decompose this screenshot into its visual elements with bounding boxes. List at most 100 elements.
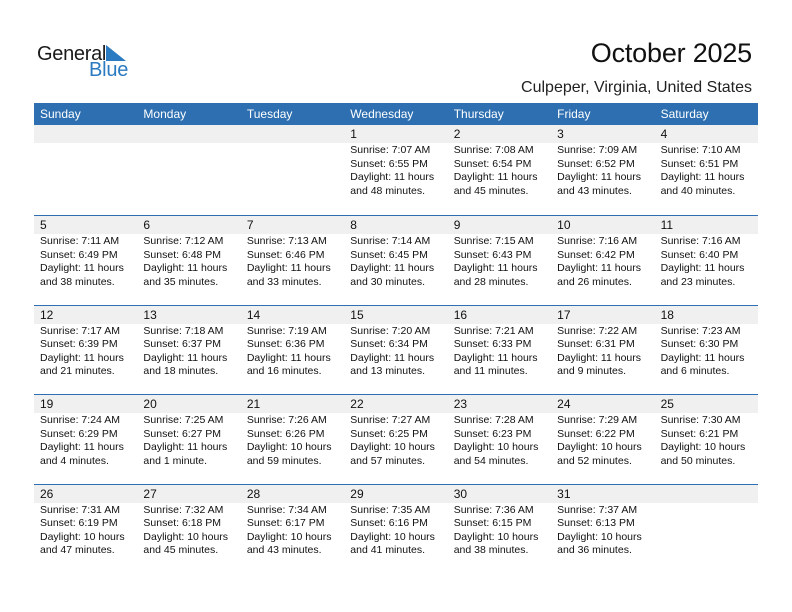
day-cell: 10 Sunrise: 7:16 AM Sunset: 6:42 PM Dayligh… bbox=[551, 216, 655, 305]
weekday-friday: Friday bbox=[557, 107, 591, 121]
sunset-text: Sunset: 6:27 PM bbox=[143, 427, 222, 440]
daylight-minutes-text: and 18 minutes. bbox=[143, 365, 219, 377]
daylight-minutes-text: and 35 minutes. bbox=[143, 275, 219, 288]
sunrise-text: Sunrise: 7:26 AM bbox=[246, 414, 327, 426]
sunrise-text: Sunrise: 7:16 AM bbox=[557, 235, 638, 247]
day-cell: 22 Sunrise: 7:27 AM Sunset: 6:25 PM Dayligh… bbox=[344, 395, 448, 484]
day-number: 31 bbox=[551, 484, 655, 503]
daylight-minutes-text: and 52 minutes. bbox=[557, 454, 632, 467]
weekday-header: Sunday Monday Tuesday Wednesday Thursday Frid… bbox=[34, 103, 758, 125]
day-info: Sunrise: 7:15 AM Sunset: 6:43 PM Daylight:… bbox=[448, 234, 551, 289]
daylight-text: Daylight: 11 hours bbox=[40, 262, 124, 274]
day-number: 11 bbox=[654, 216, 758, 234]
weekday-monday: Monday bbox=[143, 107, 187, 121]
empty-day-bar bbox=[654, 484, 758, 503]
sunrise-text: Sunrise: 7:23 AM bbox=[660, 324, 741, 337]
day-cell: 19 Sunrise: 7:24 AM Sunset: 6:29 PM Dayligh… bbox=[34, 395, 138, 484]
week-row: 1 Sunrise: 7:07 AM Sunset: 6:55 PM Daylight… bbox=[34, 125, 758, 215]
sunrise-text: Sunrise: 7:07 AM bbox=[350, 144, 431, 156]
daylight-text: Daylight: 11 hours bbox=[660, 262, 745, 274]
daylight-minutes-text: and 9 minutes. bbox=[557, 365, 627, 377]
day-info: Sunrise: 7:18 AM Sunset: 6:37 PM Daylight:… bbox=[137, 324, 240, 379]
sunset-text: Sunset: 6:21 PM bbox=[660, 427, 739, 440]
day-info: Sunrise: 7:24 AM Sunset: 6:29 PM Daylight:… bbox=[34, 413, 137, 468]
sunrise-text: Sunrise: 7:25 AM bbox=[143, 414, 224, 426]
sunrise-text: Sunrise: 7:24 AM bbox=[40, 414, 120, 426]
daylight-minutes-text: and 45 minutes. bbox=[143, 544, 219, 556]
day-cell: 9 Sunrise: 7:15 AM Sunset: 6:43 PM Daylight… bbox=[447, 216, 552, 305]
week-row: 5 Sunrise: 7:11 AM Sunset: 6:49 PM Daylight… bbox=[34, 215, 758, 305]
empty-day-cell bbox=[34, 125, 138, 215]
daylight-minutes-text: and 28 minutes. bbox=[453, 275, 529, 288]
daylight-text: Daylight: 11 hours bbox=[660, 351, 745, 364]
daylight-minutes-text: and 47 minutes. bbox=[40, 544, 115, 556]
day-cell: 26 Sunrise: 7:31 AM Sunset: 6:19 PM Dayligh… bbox=[34, 484, 138, 574]
day-number: 12 bbox=[34, 305, 138, 324]
day-number: 27 bbox=[137, 484, 241, 503]
sunset-text: Sunset: 6:34 PM bbox=[350, 338, 428, 350]
daylight-text: Daylight: 10 hours bbox=[143, 530, 229, 543]
sunrise-text: Sunrise: 7:17 AM bbox=[40, 324, 120, 337]
week-row: 19 Sunrise: 7:24 AM Sunset: 6:29 PM Dayligh… bbox=[34, 394, 758, 484]
sunset-text: Sunset: 6:39 PM bbox=[40, 338, 118, 350]
weekday-tuesday: Tuesday bbox=[246, 107, 293, 121]
daylight-text: Daylight: 10 hours bbox=[350, 441, 435, 453]
sunset-text: Sunset: 6:16 PM bbox=[350, 517, 428, 529]
day-info: Sunrise: 7:27 AM Sunset: 6:25 PM Daylight:… bbox=[344, 413, 447, 468]
sunset-text: Sunset: 6:33 PM bbox=[453, 338, 532, 350]
day-cell: 4 Sunrise: 7:10 AM Sunset: 6:51 PM Daylight… bbox=[654, 125, 758, 215]
day-number: 8 bbox=[344, 216, 448, 234]
day-cell: 2 Sunrise: 7:08 AM Sunset: 6:54 PM Daylight… bbox=[447, 125, 552, 215]
daylight-text: Daylight: 11 hours bbox=[143, 441, 228, 453]
sunset-text: Sunset: 6:19 PM bbox=[40, 517, 118, 529]
day-cell: 15 Sunrise: 7:20 AM Sunset: 6:34 PM Dayligh… bbox=[344, 305, 448, 395]
day-number: 9 bbox=[447, 216, 552, 234]
day-number: 18 bbox=[654, 305, 758, 324]
sunset-text: Sunset: 6:43 PM bbox=[453, 248, 532, 261]
daylight-minutes-text: and 48 minutes. bbox=[350, 184, 425, 197]
day-number: 26 bbox=[34, 484, 138, 503]
sunrise-text: Sunrise: 7:31 AM bbox=[40, 503, 120, 516]
day-info: Sunrise: 7:12 AM Sunset: 6:48 PM Daylight:… bbox=[137, 234, 240, 289]
day-info: Sunrise: 7:16 AM Sunset: 6:40 PM Daylight:… bbox=[655, 234, 758, 289]
day-number: 5 bbox=[34, 216, 138, 234]
page-title: October 2025 bbox=[590, 38, 752, 68]
sunrise-text: Sunrise: 7:35 AM bbox=[350, 503, 431, 516]
day-number: 22 bbox=[344, 395, 448, 413]
daylight-text: Daylight: 11 hours bbox=[350, 351, 435, 364]
daylight-text: Daylight: 11 hours bbox=[557, 351, 641, 364]
day-number: 1 bbox=[344, 125, 448, 143]
daylight-minutes-text: and 13 minutes. bbox=[350, 365, 425, 377]
day-cell: 23 Sunrise: 7:28 AM Sunset: 6:23 PM Dayligh… bbox=[447, 395, 552, 484]
daylight-text: Daylight: 11 hours bbox=[453, 351, 538, 364]
daylight-text: Daylight: 11 hours bbox=[660, 171, 745, 183]
daylight-minutes-text: and 33 minutes. bbox=[246, 275, 322, 288]
sunrise-text: Sunrise: 7:19 AM bbox=[246, 324, 327, 337]
sunset-text: Sunset: 6:52 PM bbox=[557, 157, 635, 170]
day-cell: 31 Sunrise: 7:37 AM Sunset: 6:13 PM Dayligh… bbox=[551, 484, 655, 574]
calendar-grid: Sunday Monday Tuesday Wednesday Thursday Frid… bbox=[34, 103, 758, 573]
daylight-minutes-text: and 54 minutes. bbox=[453, 454, 529, 467]
sunset-text: Sunset: 6:30 PM bbox=[660, 338, 739, 350]
daylight-text: Daylight: 11 hours bbox=[350, 262, 435, 274]
day-info: Sunrise: 7:20 AM Sunset: 6:34 PM Daylight:… bbox=[344, 324, 447, 379]
sunrise-text: Sunrise: 7:37 AM bbox=[557, 503, 638, 516]
sunset-text: Sunset: 6:36 PM bbox=[246, 338, 325, 350]
day-info: Sunrise: 7:14 AM Sunset: 6:45 PM Daylight:… bbox=[344, 234, 447, 289]
empty-day-cell bbox=[240, 125, 345, 215]
day-number: 4 bbox=[654, 125, 758, 143]
day-info: Sunrise: 7:09 AM Sunset: 6:52 PM Daylight:… bbox=[551, 143, 654, 198]
daylight-minutes-text: and 45 minutes. bbox=[453, 184, 529, 197]
day-cell: 11 Sunrise: 7:16 AM Sunset: 6:40 PM Dayligh… bbox=[654, 216, 758, 305]
day-number: 28 bbox=[240, 484, 345, 503]
day-info: Sunrise: 7:32 AM Sunset: 6:18 PM Daylight:… bbox=[137, 503, 240, 558]
day-info: Sunrise: 7:30 AM Sunset: 6:21 PM Daylight:… bbox=[655, 413, 758, 468]
empty-day-cell bbox=[137, 125, 241, 215]
sunrise-text: Sunrise: 7:13 AM bbox=[246, 235, 327, 247]
sunrise-text: Sunrise: 7:28 AM bbox=[453, 414, 534, 426]
sunset-text: Sunset: 6:26 PM bbox=[246, 427, 325, 440]
day-number: 21 bbox=[240, 395, 345, 413]
day-cell: 12 Sunrise: 7:17 AM Sunset: 6:39 PM Dayligh… bbox=[34, 305, 138, 395]
day-cell: 5 Sunrise: 7:11 AM Sunset: 6:49 PM Daylight… bbox=[34, 216, 138, 305]
day-number: 20 bbox=[137, 395, 241, 413]
